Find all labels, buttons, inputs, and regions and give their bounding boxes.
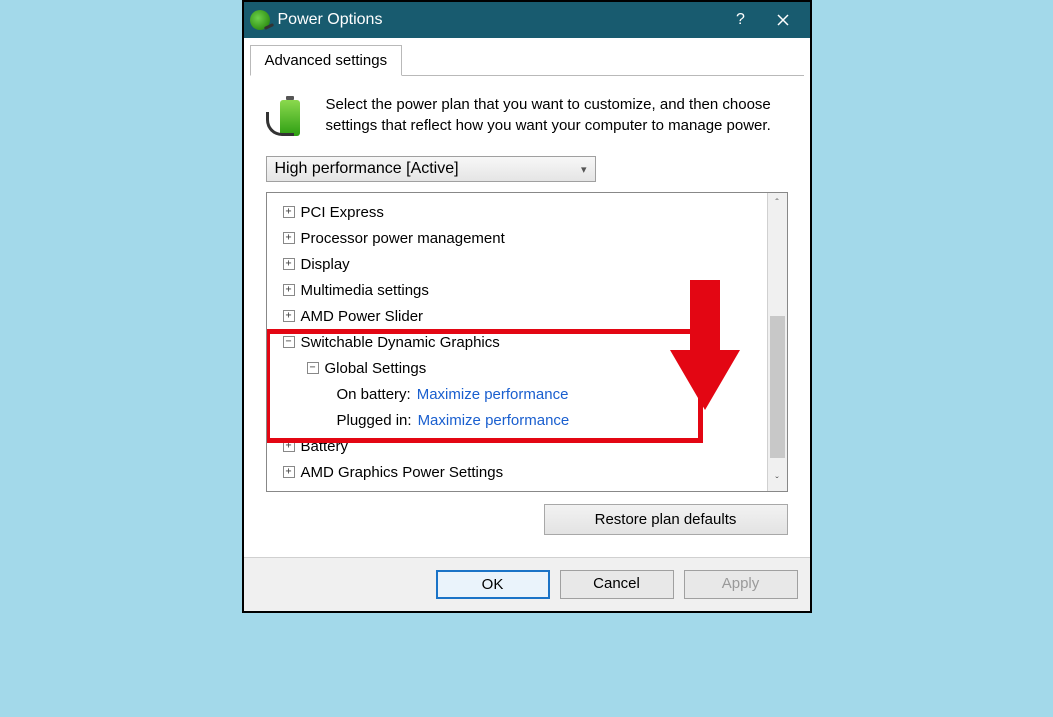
tree-item-label: Display	[301, 256, 350, 273]
tab-advanced-settings[interactable]: Advanced settings	[250, 45, 403, 76]
expand-icon[interactable]: +	[283, 206, 295, 218]
tree-row[interactable]: + PCI Express	[273, 199, 765, 225]
scroll-up-icon[interactable]: ˆ	[768, 193, 787, 213]
tree-row[interactable]: + AMD Power Slider	[273, 303, 765, 329]
tree-item-label: Global Settings	[325, 360, 427, 377]
tree-content: +PCI Express+Processor power management+…	[267, 193, 767, 491]
power-plan-select[interactable]: High performance [Active] ▾	[266, 156, 596, 182]
expand-icon[interactable]: +	[283, 440, 295, 452]
scroll-down-icon[interactable]: ˇ	[768, 471, 787, 491]
tree-item-label: Battery	[301, 438, 349, 455]
tree-item-value[interactable]: Maximize performance	[418, 412, 570, 429]
intro-row: Select the power plan that you want to c…	[250, 88, 804, 156]
scroll-track[interactable]	[768, 213, 787, 471]
tree-item-label: Multimedia settings	[301, 282, 429, 299]
titlebar: Power Options ?	[244, 2, 810, 38]
tree-item-label: Plugged in:	[337, 412, 412, 429]
button-bar: OK Cancel Apply	[244, 557, 810, 611]
tree-row[interactable]: Plugged in: Maximize performance	[273, 407, 765, 433]
expand-icon[interactable]: +	[283, 232, 295, 244]
scrollbar[interactable]: ˆ ˇ	[767, 193, 787, 491]
expand-icon[interactable]: +	[283, 466, 295, 478]
close-button[interactable]	[762, 2, 804, 38]
settings-tree: +PCI Express+Processor power management+…	[266, 192, 788, 492]
apply-button[interactable]: Apply	[684, 570, 798, 599]
help-button[interactable]: ?	[720, 2, 762, 38]
tree-item-value[interactable]: Maximize performance	[417, 386, 569, 403]
battery-plug-icon	[266, 94, 314, 142]
tree-row[interactable]: + AMD Graphics Power Settings	[273, 459, 765, 485]
chevron-down-icon: ▾	[581, 163, 587, 176]
tree-row[interactable]: + Processor power management	[273, 225, 765, 251]
tree-item-label: AMD Graphics Power Settings	[301, 464, 504, 481]
power-plan-value: High performance [Active]	[275, 160, 459, 178]
tree-item-label: Processor power management	[301, 230, 505, 247]
power-options-window: Power Options ? Advanced settings Select…	[242, 0, 812, 613]
tree-row[interactable]: + Battery	[273, 433, 765, 459]
restore-defaults-button[interactable]: Restore plan defaults	[544, 504, 788, 535]
tree-row[interactable]: On battery: Maximize performance	[273, 381, 765, 407]
tab-strip: Advanced settings	[250, 44, 804, 76]
content-area: Advanced settings Select the power plan …	[244, 38, 810, 557]
tree-item-label: PCI Express	[301, 204, 384, 221]
power-icon	[250, 10, 270, 30]
expand-icon[interactable]: +	[283, 310, 295, 322]
scroll-thumb[interactable]	[770, 316, 785, 458]
tree-row[interactable]: −Switchable Dynamic Graphics	[273, 329, 765, 355]
tree-item-label: On battery:	[337, 386, 411, 403]
collapse-icon[interactable]: −	[283, 336, 295, 348]
window-title: Power Options	[278, 11, 720, 29]
tree-item-label: Switchable Dynamic Graphics	[301, 334, 500, 351]
tree-row[interactable]: + Multimedia settings	[273, 277, 765, 303]
tree-row[interactable]: −Global Settings	[273, 355, 765, 381]
collapse-icon[interactable]: −	[307, 362, 319, 374]
intro-text: Select the power plan that you want to c…	[326, 94, 788, 142]
ok-button[interactable]: OK	[436, 570, 550, 599]
expand-icon[interactable]: +	[283, 258, 295, 270]
tree-row[interactable]: + Display	[273, 251, 765, 277]
cancel-button[interactable]: Cancel	[560, 570, 674, 599]
expand-icon[interactable]: +	[283, 284, 295, 296]
tree-item-label: AMD Power Slider	[301, 308, 424, 325]
